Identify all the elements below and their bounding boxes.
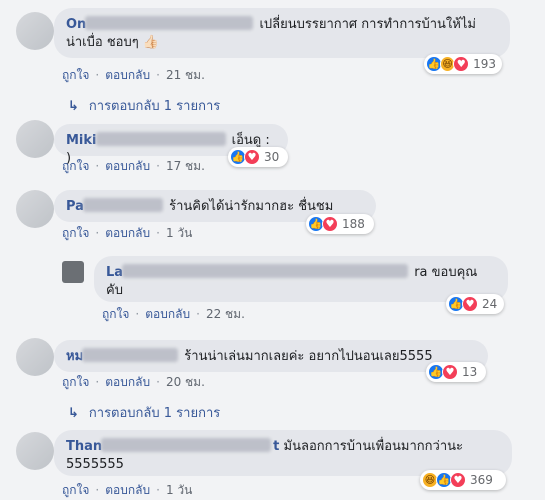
reply-arrow-icon: ↳ (68, 406, 79, 421)
reaction-summary[interactable]: 👍 ♥ 188 (306, 214, 374, 234)
reply-action[interactable]: ตอบกลับ (105, 483, 150, 497)
reply-bubble: La ra ขอบคุณ คับ (94, 256, 508, 302)
reply-action[interactable]: ตอบกลับ (105, 375, 150, 389)
comment-text-line2: 5555555 (66, 457, 124, 472)
commenter-name[interactable]: หม (66, 348, 180, 364)
comment-text: ร้านคิดได้น่ารักมากฮะ ชื่นชม (169, 199, 334, 214)
comment-text: มันลอกการบ้านเพื่อนมากกว่านะ (283, 439, 463, 454)
love-reaction-icon: ♥ (453, 56, 470, 72)
comment-timestamp[interactable]: 17 ชม. (166, 159, 205, 173)
comment-text-line2: น่าเบื่อ ชอบๆ (66, 35, 139, 50)
love-reaction-icon: ♥ (450, 472, 466, 488)
comment-actions: ถูกใจ · ตอบกลับ · 1 วัน (62, 226, 193, 240)
reply-action[interactable]: ตอบกลับ (105, 159, 150, 173)
like-action[interactable]: ถูกใจ (62, 68, 89, 82)
avatar[interactable] (16, 190, 54, 228)
reaction-count: 13 (462, 365, 478, 379)
avatar[interactable] (62, 261, 84, 283)
comment-text: ra ขอบคุณ (414, 265, 478, 280)
reaction-count: 30 (264, 150, 280, 164)
comment-text-line2: คับ (106, 283, 123, 298)
view-replies-link[interactable]: ↳ การตอบกลับ 1 รายการ (68, 95, 220, 116)
reaction-count: 24 (482, 297, 498, 311)
reaction-count: 193 (473, 57, 497, 71)
avatar[interactable] (16, 120, 54, 158)
comment-actions: ถูกใจ · ตอบกลับ · 1 วัน (62, 483, 193, 497)
reaction-summary[interactable]: 👍 ♥ 13 (426, 362, 486, 382)
comment-actions: ถูกใจ · ตอบกลับ · 21 ชม. (62, 68, 205, 82)
commenter-name[interactable]: Than t (66, 438, 279, 454)
commenter-name[interactable]: La (106, 264, 410, 280)
reaction-summary[interactable]: 👍 😆 ♥ 193 (424, 54, 502, 74)
reply-action[interactable]: ตอบกลับ (105, 68, 150, 82)
comment-timestamp[interactable]: 1 วัน (166, 226, 192, 240)
reply-action[interactable]: ตอบกลับ (145, 307, 190, 321)
reaction-count: 188 (342, 217, 365, 231)
commenter-name[interactable]: Pa (66, 198, 165, 214)
comment-actions: ถูกใจ · ตอบกลับ · 17 ชม. (62, 159, 205, 173)
like-action[interactable]: ถูกใจ (102, 307, 129, 321)
hand-emoji-icon: 👍🏻 (142, 35, 160, 50)
reply-arrow-icon: ↳ (68, 99, 79, 114)
comment-text: ร้านน่าเล่นมากเลยค่ะ อยากไปนอนเลย5555 (184, 349, 433, 364)
reaction-count: 369 (470, 473, 493, 487)
love-reaction-icon: ♥ (462, 296, 478, 312)
comment-timestamp[interactable]: 20 ชม. (166, 375, 205, 389)
avatar[interactable] (16, 432, 54, 470)
love-reaction-icon: ♥ (442, 364, 458, 380)
reaction-summary[interactable]: 👍 ♥ 30 (228, 147, 288, 167)
comment-timestamp[interactable]: 22 ชม. (206, 307, 245, 321)
comment-actions: ถูกใจ · ตอบกลับ · 22 ชม. (102, 307, 245, 321)
comment-timestamp[interactable]: 1 วัน (166, 483, 192, 497)
reaction-summary[interactable]: 👍 ♥ 24 (446, 294, 504, 314)
reply-action[interactable]: ตอบกลับ (105, 226, 150, 240)
comment-timestamp[interactable]: 21 ชม. (166, 68, 205, 82)
like-action[interactable]: ถูกใจ (62, 375, 89, 389)
avatar[interactable] (16, 12, 54, 50)
avatar[interactable] (16, 338, 54, 376)
comment-bubble: On เปลี่ยนบรรยากาศ การทำการบ้านให้ไม่ น่… (54, 8, 510, 58)
like-action[interactable]: ถูกใจ (62, 226, 89, 240)
view-replies-link[interactable]: ↳ การตอบกลับ 1 รายการ (68, 402, 220, 423)
comment-bubble: หม ร้านน่าเล่นมากเลยค่ะ อยากไปนอนเลย5555 (54, 340, 488, 372)
like-action[interactable]: ถูกใจ (62, 483, 89, 497)
like-action[interactable]: ถูกใจ (62, 159, 89, 173)
comment-text: เปลี่ยนบรรยากาศ การทำการบ้านให้ไม่ (259, 17, 476, 32)
comment-actions: ถูกใจ · ตอบกลับ · 20 ชม. (62, 375, 205, 389)
love-reaction-icon: ♥ (322, 216, 338, 232)
reaction-summary[interactable]: 😆 👍 ♥ 369 (420, 470, 506, 490)
commenter-name[interactable]: Miki (66, 132, 228, 148)
love-reaction-icon: ♥ (244, 149, 260, 165)
commenter-name[interactable]: On (66, 16, 255, 32)
